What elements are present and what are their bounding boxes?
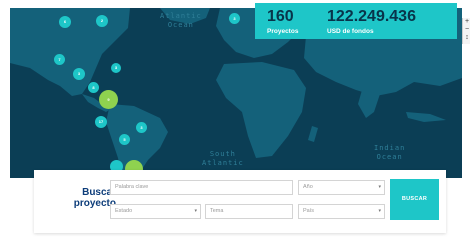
projects-count: 160 — [267, 8, 294, 25]
map-marker[interactable]: 7 — [54, 54, 65, 65]
map-marker[interactable]: 2 — [96, 15, 108, 27]
funds-amount: 122.249.436 — [327, 8, 416, 25]
map-marker[interactable]: 3 — [111, 63, 121, 73]
map-marker[interactable]: 17 — [95, 116, 107, 128]
zoom-in-button[interactable]: + — [463, 18, 470, 26]
chevron-down-icon: ▾ — [378, 208, 381, 214]
zoom-out-button[interactable]: − — [463, 26, 470, 34]
search-title-line: Buscar — [82, 187, 116, 198]
map-marker[interactable]: 3 — [229, 13, 240, 24]
keyword-input[interactable]: Palabra clave — [110, 180, 293, 195]
topic-placeholder: Tema — [210, 208, 224, 214]
country-select[interactable]: País ▾ — [298, 204, 385, 219]
search-button[interactable]: BUSCAR — [390, 179, 439, 220]
topic-input[interactable]: Tema — [205, 204, 293, 219]
ocean-label-line: Atlantic — [202, 159, 244, 167]
ocean-label-line: Ocean — [167, 21, 194, 29]
search-title-line: proyecto — [73, 198, 116, 209]
ocean-label-atlantic-north: Atlantic Ocean — [160, 12, 202, 30]
map-marker[interactable]: 6 — [59, 16, 71, 28]
ocean-label-line: South — [209, 150, 236, 158]
ocean-label-line: Atlantic — [160, 12, 202, 20]
stats-banner: 160 Proyectos 122.249.436 USD de fondos — [255, 3, 457, 39]
state-select[interactable]: Estado ▾ — [110, 204, 201, 219]
funds-label: USD de fondos — [327, 28, 374, 35]
ocean-label-atlantic-south: South Atlantic — [202, 150, 244, 168]
ocean-label-indian: Indian Ocean — [374, 144, 405, 162]
ocean-label-line: Ocean — [376, 153, 403, 161]
map-marker[interactable]: 5 — [119, 134, 130, 145]
chevron-down-icon: ▾ — [194, 208, 197, 214]
year-select-label: Año — [303, 184, 313, 190]
ocean-label-line: Indian — [374, 144, 406, 152]
zoom-extra-button[interactable]: ↕ — [463, 34, 470, 42]
country-select-label: País — [303, 208, 315, 214]
search-title: Buscar proyecto — [48, 187, 116, 209]
state-select-label: Estado — [115, 208, 133, 214]
map-marker[interactable]: 3 — [73, 68, 85, 80]
map-marker[interactable]: 9 — [99, 90, 118, 109]
map-zoom-controls: + − ↕ — [462, 18, 470, 44]
chevron-down-icon: ▾ — [378, 184, 381, 190]
year-select[interactable]: Año ▾ — [298, 180, 385, 195]
map-marker[interactable]: 8 — [88, 82, 99, 93]
map-marker[interactable]: 3 — [136, 122, 147, 133]
projects-label: Proyectos — [267, 28, 299, 35]
keyword-placeholder: Palabra clave — [115, 184, 149, 190]
search-panel: Buscar proyecto Palabra clave Año ▾ Esta… — [34, 170, 446, 233]
